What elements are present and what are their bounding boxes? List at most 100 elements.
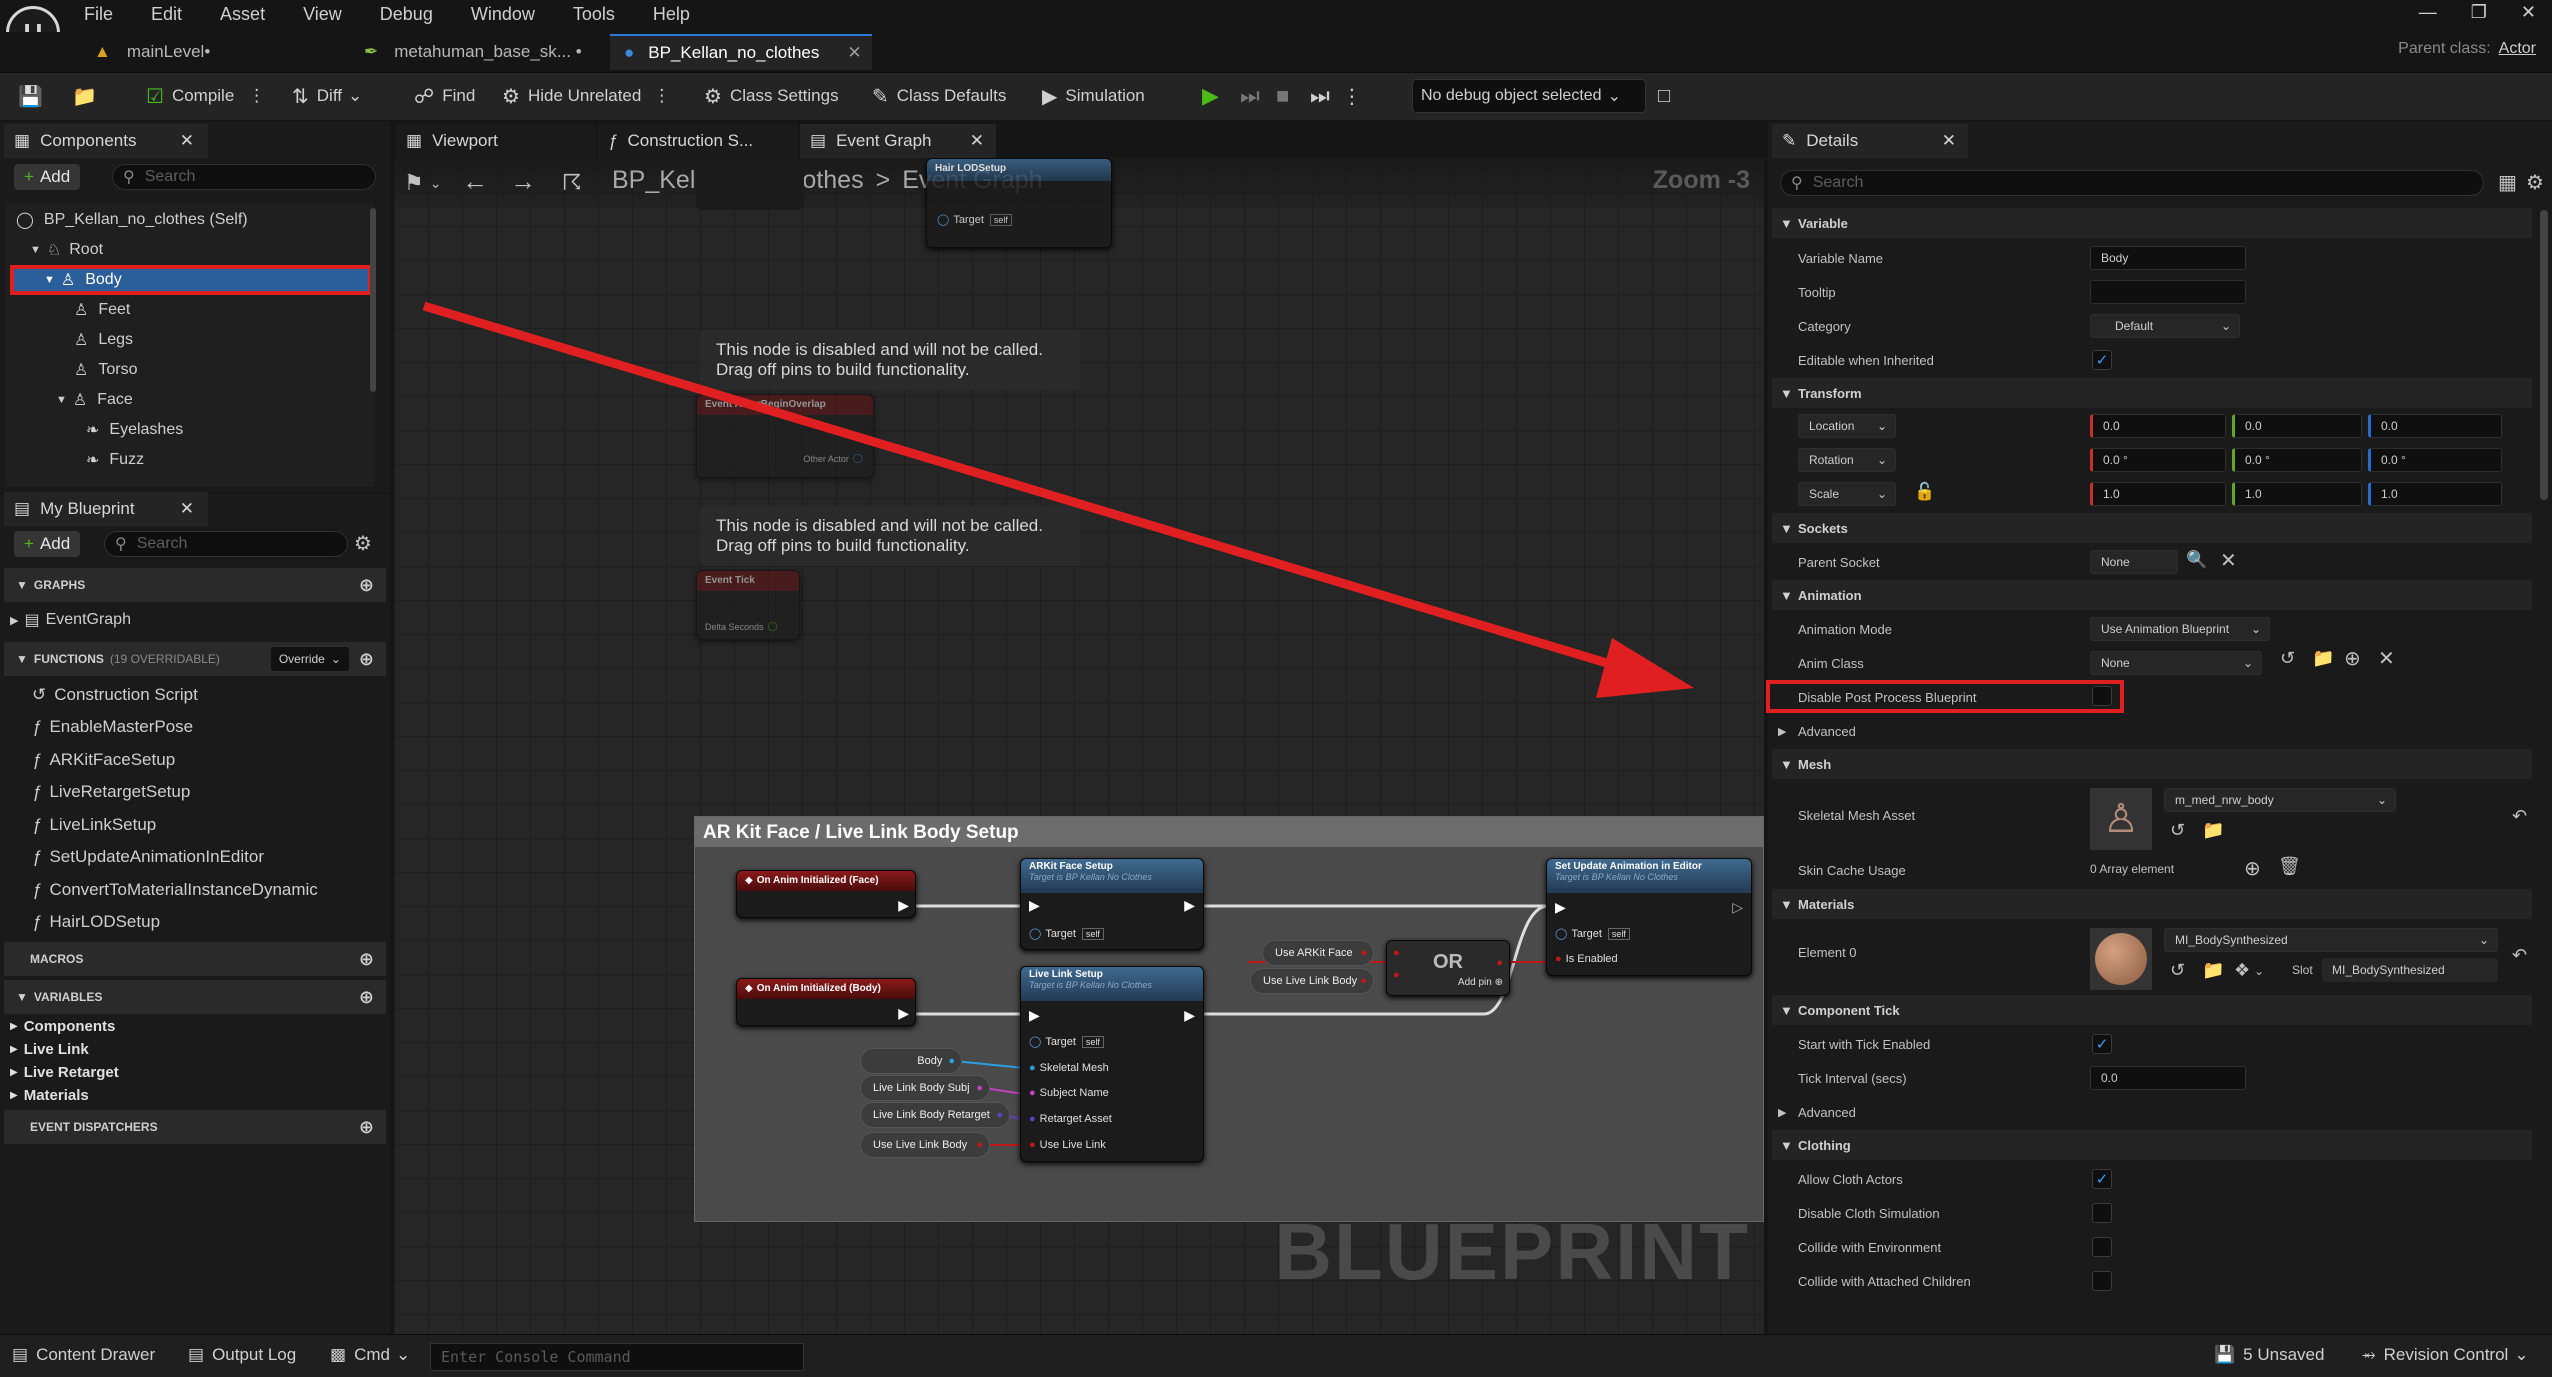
my-blueprint-tab[interactable]: ▤ My Blueprint ✕ <box>4 492 208 526</box>
reset-to-default-icon[interactable]: ↶ <box>2512 806 2527 827</box>
function-item[interactable]: ƒ SetUpdateAnimationInEditor <box>32 842 264 872</box>
tree-item-torso[interactable]: ♙ Torso <box>74 355 137 385</box>
rotation-z[interactable]: 0.0 ° <box>2368 448 2502 472</box>
save-button[interactable]: 💾 <box>18 72 51 120</box>
tab-viewport[interactable]: ▦ Viewport <box>396 124 596 158</box>
clear-asset-icon[interactable]: ✕ <box>2378 646 2395 671</box>
function-item[interactable]: ƒ ARKitFaceSetup <box>32 745 175 775</box>
tab-bp-kellan[interactable]: ● BP_Kellan_no_clothes ✕ <box>610 34 872 70</box>
scale-mode-dropdown[interactable]: Scale ⌄ <box>1798 482 1896 506</box>
restore-icon[interactable]: ❐ <box>2471 2 2487 23</box>
menu-help[interactable]: Help <box>653 4 690 25</box>
category-dropdown[interactable]: Default ⌄ <box>2090 314 2240 338</box>
tree-item-feet[interactable]: ♙ Feet <box>74 295 130 325</box>
add-element-icon[interactable]: ⊕ <box>2244 856 2261 881</box>
use-selected-icon[interactable]: ↺ <box>2280 648 2295 669</box>
browse-asset-icon[interactable]: 📁 <box>2202 820 2224 841</box>
rotation-y[interactable]: 0.0 ° <box>2232 448 2362 472</box>
location-mode-dropdown[interactable]: Location ⌄ <box>1798 414 1896 438</box>
menu-view[interactable]: View <box>303 4 342 25</box>
section-variable[interactable]: ▼ Variable <box>1772 208 2532 238</box>
browse-asset-icon[interactable]: 📁 <box>2202 960 2224 981</box>
material-dropdown[interactable]: MI_BodySynthesized ⌄ <box>2164 928 2498 952</box>
material-thumbnail[interactable] <box>2090 928 2152 990</box>
function-item[interactable]: ƒ LiveRetargetSetup <box>32 777 190 807</box>
menu-debug[interactable]: Debug <box>380 4 433 25</box>
add-variable-icon[interactable]: ⊕ <box>359 987 374 1008</box>
variable-name-input[interactable]: Body <box>2090 246 2246 270</box>
cmd-dropdown[interactable]: ▩ Cmd ⌄ <box>330 1345 410 1365</box>
section-animation[interactable]: ▼ Animation <box>1772 580 2532 610</box>
tree-item-fuzz[interactable]: ❧ Fuzz <box>86 445 144 475</box>
animation-mode-dropdown[interactable]: Use Animation Blueprint ⌄ <box>2090 617 2270 641</box>
variable-category[interactable]: ▶ Live Retarget <box>10 1061 119 1083</box>
rotation-mode-dropdown[interactable]: Rotation ⌄ <box>1798 448 1896 472</box>
section-mesh[interactable]: ▼ Mesh <box>1772 749 2532 779</box>
override-dropdown[interactable]: Override ⌄ <box>270 647 349 671</box>
settings-gear-icon[interactable]: ⚙ <box>354 531 372 556</box>
tick-interval-input[interactable]: 0.0 <box>2090 1066 2246 1090</box>
browse-button[interactable]: 📁 <box>72 72 105 120</box>
add-asset-icon[interactable]: ⊕ <box>2344 646 2361 671</box>
add-graph-icon[interactable]: ⊕ <box>359 575 374 596</box>
expand-arrow-icon[interactable]: ▼ <box>44 274 55 286</box>
hide-options-icon[interactable]: ⋮ <box>653 86 670 106</box>
location-x[interactable]: 0.0 <box>2090 414 2226 438</box>
add-dispatcher-icon[interactable]: ⊕ <box>359 1117 374 1138</box>
add-component-button[interactable]: + Add <box>14 164 81 190</box>
debug-filter-button[interactable]: □ <box>1658 72 1678 120</box>
parent-socket-value[interactable]: None <box>2090 550 2178 574</box>
reset-to-default-icon[interactable]: ↶ <box>2512 945 2527 966</box>
eject-button[interactable]: ⏭ ⋮ <box>1310 72 1362 120</box>
find-button[interactable]: ☍ Find <box>414 72 475 120</box>
tree-item-eyelashes[interactable]: ❧ Eyelashes <box>86 415 183 445</box>
event-graph-item[interactable]: ▶ ▤ EventGraph <box>10 605 131 635</box>
menu-tools[interactable]: Tools <box>573 4 615 25</box>
advanced-tick-row[interactable]: ▶ Advanced <box>1778 1097 1856 1127</box>
browse-socket-icon[interactable]: 🔍 <box>2186 550 2207 570</box>
tree-item-root[interactable]: ▼ ♘ Root <box>30 235 103 265</box>
diff-button[interactable]: ⇅ Diff ⌄ <box>292 72 362 120</box>
tooltip-input[interactable] <box>2090 280 2246 304</box>
parent-class-link[interactable]: Actor <box>2499 40 2536 58</box>
location-z[interactable]: 0.0 <box>2368 414 2502 438</box>
allow-cloth-checkbox[interactable]: ✓ <box>2092 1169 2112 1189</box>
my-blueprint-search[interactable]: ⚲ Search <box>104 531 348 557</box>
close-panel-icon[interactable]: ✕ <box>1942 131 1956 151</box>
browse-asset-icon[interactable]: 📁 <box>2312 648 2334 669</box>
location-y[interactable]: 0.0 <box>2232 414 2362 438</box>
add-function-icon[interactable]: ⊕ <box>359 649 374 670</box>
section-graphs[interactable]: ▼ GRAPHS ⊕ <box>4 568 386 602</box>
trash-icon[interactable]: 🗑 <box>2278 856 2301 877</box>
section-functions[interactable]: ▼ FUNCTIONS (19 OVERRIDABLE) Override ⌄ ⊕ <box>4 642 386 676</box>
function-item[interactable]: ↺ Construction Script <box>32 680 198 710</box>
scale-x[interactable]: 1.0 <box>2090 482 2226 506</box>
collide-environment-checkbox[interactable] <box>2092 1237 2112 1257</box>
close-tab-icon[interactable]: ✕ <box>970 131 984 151</box>
section-component-tick[interactable]: ▼ Component Tick <box>1772 995 2532 1025</box>
minimize-icon[interactable]: — <box>2419 2 2437 23</box>
hide-unrelated-button[interactable]: ⚙ Hide Unrelated ⋮ <box>502 72 670 120</box>
close-window-icon[interactable]: ✕ <box>2521 2 2536 23</box>
play-options-icon[interactable]: ⋮ <box>1342 84 1362 109</box>
stop-button[interactable]: ■ <box>1276 72 1289 120</box>
function-item[interactable]: ƒ LiveLinkSetup <box>32 810 156 840</box>
table-view-icon[interactable]: ▦ <box>2498 170 2517 195</box>
anim-class-dropdown[interactable]: None ⌄ <box>2090 651 2262 675</box>
play-button[interactable]: ▶ <box>1202 72 1219 120</box>
slot-value[interactable]: MI_BodySynthesized <box>2322 958 2498 982</box>
menu-edit[interactable]: Edit <box>151 4 182 25</box>
output-log-button[interactable]: ▤ Output Log <box>188 1345 296 1365</box>
components-scrollbar[interactable] <box>370 208 376 392</box>
unsaved-button[interactable]: 💾 5 Unsaved <box>2214 1345 2324 1365</box>
add-member-button[interactable]: + Add <box>14 531 81 557</box>
class-settings-button[interactable]: ⚙ Class Settings <box>704 72 839 120</box>
tab-metahuman[interactable]: ✒ metahuman_base_sk... • <box>350 34 600 70</box>
details-scrollbar[interactable] <box>2540 210 2548 500</box>
section-clothing[interactable]: ▼ Clothing <box>1772 1130 2532 1160</box>
clear-socket-icon[interactable]: ✕ <box>2220 548 2237 573</box>
section-materials[interactable]: ▼ Materials <box>1772 889 2532 919</box>
revision-control-button[interactable]: ⥇ Revision Control ⌄ <box>2362 1345 2529 1365</box>
components-search[interactable]: ⚲ Search <box>112 164 376 190</box>
step-button[interactable]: ⏭ <box>1240 72 1260 120</box>
